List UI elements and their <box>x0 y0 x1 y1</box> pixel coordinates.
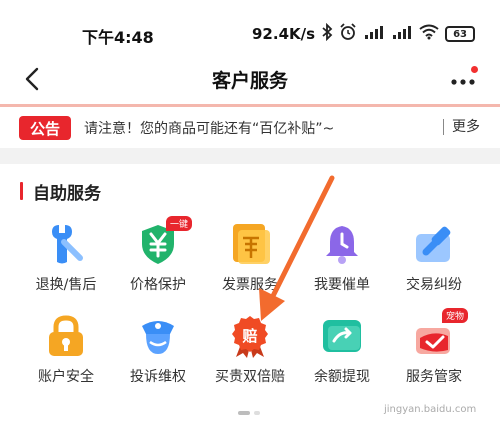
status-time: 下午4:48 <box>82 28 154 47</box>
service-label: 投诉维权 <box>130 369 186 385</box>
service-label: 交易纠纷 <box>406 277 462 293</box>
page-indicator <box>238 411 260 415</box>
service-label: 买贵双倍赔 <box>215 369 285 385</box>
wrench-icon <box>44 222 88 266</box>
service-item-account-security[interactable]: 账户安全 <box>20 314 112 386</box>
price-shield-icon: 一键 <box>136 216 192 266</box>
badge: 一键 <box>165 216 192 231</box>
service-item-service-steward[interactable]: 宠物 服务管家 <box>388 308 480 386</box>
lock-icon <box>44 314 88 358</box>
section-header: 自助服务 <box>20 179 101 204</box>
compensation-icon: 赔 <box>228 314 272 358</box>
pager-dot <box>254 411 260 415</box>
bluetooth-icon <box>321 22 333 45</box>
network-speed: 92.4K/s <box>252 25 316 43</box>
service-grid: 退换/售后 一键 价格保护 发票服务 我要催单 交易纠纷 账户安全 投诉维权 赔… <box>20 216 480 386</box>
service-label: 账户安全 <box>38 369 94 385</box>
service-item-complaint[interactable]: 投诉维权 <box>112 314 204 386</box>
wifi-icon <box>419 24 439 44</box>
service-item-invoice[interactable]: 发票服务 <box>204 222 296 294</box>
pager-dot-active <box>238 411 250 415</box>
service-item-dispute[interactable]: 交易纠纷 <box>388 222 480 294</box>
signal-icon <box>363 24 385 44</box>
withdraw-icon <box>320 314 364 358</box>
service-item-double-compensation[interactable]: 赔 买贵双倍赔 <box>204 314 296 386</box>
service-item-return[interactable]: 退换/售后 <box>20 222 112 294</box>
police-icon <box>136 314 180 358</box>
bell-icon <box>320 222 364 266</box>
service-label: 价格保护 <box>130 277 186 293</box>
notice-tag: 公告 <box>19 116 71 140</box>
service-label: 我要催单 <box>314 277 370 293</box>
self-service-card: 自助服务 退换/售后 一键 价格保护 发票服务 我要催单 交易纠纷 账户安全 投… <box>0 164 500 432</box>
status-bar: 下午4:48 92.4K/s 63 <box>0 0 500 60</box>
compensation-icon-text: 赔 <box>242 327 257 345</box>
notice-text[interactable]: 请注意！您的商品可能还有“百亿补贴”~ <box>84 118 424 138</box>
notification-dot <box>471 66 478 73</box>
section-accent-bar <box>20 182 23 200</box>
service-label: 退换/售后 <box>35 277 97 293</box>
service-item-urge-order[interactable]: 我要催单 <box>296 222 388 294</box>
pet-service-icon: 宠物 <box>412 308 468 358</box>
alarm-icon <box>339 23 357 45</box>
badge: 宠物 <box>441 308 468 323</box>
invoice-icon <box>228 222 272 266</box>
section-divider <box>0 148 500 164</box>
service-label: 服务管家 <box>406 369 462 385</box>
service-label: 发票服务 <box>222 277 278 293</box>
battery-icon: 63 <box>445 26 476 42</box>
navigation-bar: 客户服务 <box>0 60 500 100</box>
service-item-price-protection[interactable]: 一键 价格保护 <box>112 216 204 294</box>
status-indicators: 92.4K/s 63 <box>252 22 476 45</box>
page-title: 客户服务 <box>211 70 288 92</box>
notice-more-link[interactable]: 更多 <box>443 119 480 135</box>
section-title: 自助服务 <box>33 183 101 204</box>
notice-bar[interactable]: 公告 请注意！您的商品可能还有“百亿补贴”~ 更多 <box>0 110 500 146</box>
page-progress-line <box>0 104 500 107</box>
gavel-icon <box>412 222 456 266</box>
service-label: 余额提现 <box>314 369 370 385</box>
signal-icon <box>391 24 413 44</box>
watermark: jingyan.baidu.com <box>384 404 477 415</box>
service-item-withdraw[interactable]: 余额提现 <box>296 314 388 386</box>
